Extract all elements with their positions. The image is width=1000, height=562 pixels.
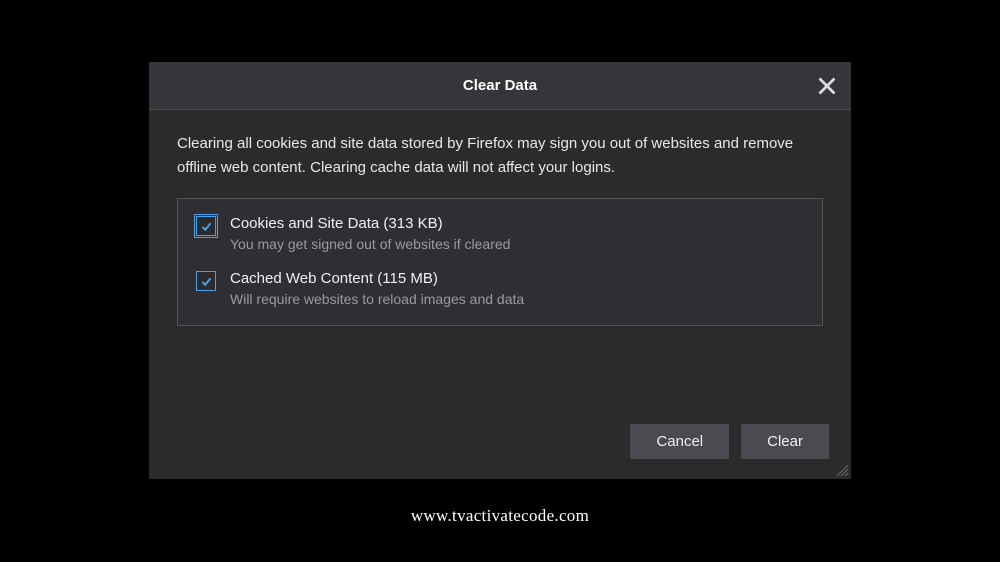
dialog-titlebar: Clear Data [149,62,851,110]
option-cookies: Cookies and Site Data (313 KB) You may g… [196,215,804,252]
dialog-footer: Cancel Clear [149,404,851,479]
dialog-description: Clearing all cookies and site data store… [177,132,823,180]
close-icon[interactable] [815,74,839,98]
clear-data-dialog: Clear Data Clearing all cookies and site… [149,62,851,479]
cancel-button[interactable]: Cancel [630,424,729,459]
clear-button[interactable]: Clear [741,424,829,459]
option-cookies-label: Cookies and Site Data (313 KB) [230,215,510,232]
watermark-text: www.tvactivatecode.com [411,506,589,526]
checkbox-cache[interactable] [196,271,216,291]
option-cookies-desc: You may get signed out of websites if cl… [230,236,510,252]
dialog-content: Clearing all cookies and site data store… [149,110,851,404]
option-cache-label: Cached Web Content (115 MB) [230,270,524,287]
option-cache: Cached Web Content (115 MB) Will require… [196,270,804,307]
options-group: Cookies and Site Data (313 KB) You may g… [177,198,823,326]
option-cache-desc: Will require websites to reload images a… [230,291,524,307]
option-cookies-text: Cookies and Site Data (313 KB) You may g… [230,215,510,252]
checkbox-cookies[interactable] [196,216,216,236]
dialog-title: Clear Data [463,77,537,94]
option-cache-text: Cached Web Content (115 MB) Will require… [230,270,524,307]
